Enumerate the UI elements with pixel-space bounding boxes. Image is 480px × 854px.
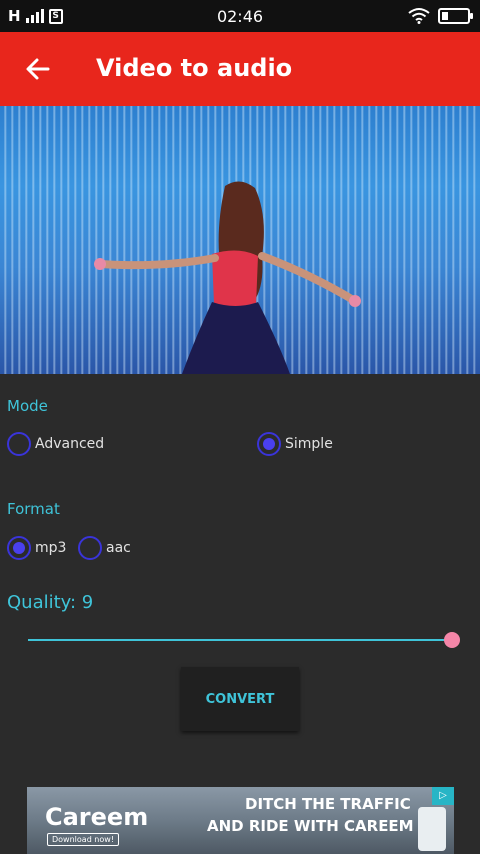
dancer-image <box>94 181 361 374</box>
screen: H S 02:46 Video to audio Mode Advanced S… <box>0 0 480 854</box>
mode-option-advanced[interactable]: Advanced <box>7 432 104 456</box>
radio-mp3[interactable] <box>7 536 31 560</box>
mode-simple-label: Simple <box>285 436 333 452</box>
slider-thumb[interactable] <box>444 632 460 648</box>
ad-headline-2: AND RIDE WITH CAREEM <box>207 817 414 835</box>
format-option-mp3[interactable]: mp3 <box>7 536 66 560</box>
ad-brand-logo: Careem <box>45 803 149 831</box>
format-mp3-label: mp3 <box>35 540 67 556</box>
quality-slider[interactable] <box>28 630 460 650</box>
radio-aac[interactable] <box>78 536 102 560</box>
quality-label: Quality: 9 <box>7 592 94 613</box>
back-arrow-icon[interactable] <box>20 51 56 87</box>
app-bar: Video to audio <box>0 32 480 106</box>
ad-banner[interactable]: Careem Download now! DITCH THE TRAFFIC A… <box>27 787 454 854</box>
video-preview[interactable] <box>0 106 480 374</box>
page-title: Video to audio <box>96 54 293 82</box>
format-option-aac[interactable]: aac <box>78 536 131 560</box>
radio-simple[interactable] <box>257 432 281 456</box>
mode-label: Mode <box>7 397 48 415</box>
ad-choices-icon[interactable]: ▷ <box>432 787 454 805</box>
ad-download-button[interactable]: Download now! <box>47 833 120 846</box>
mode-advanced-label: Advanced <box>35 436 105 452</box>
format-aac-label: aac <box>106 540 131 556</box>
phone-image <box>418 807 446 851</box>
ad-headline-1: DITCH THE TRAFFIC <box>245 795 411 813</box>
mode-option-simple[interactable]: Simple <box>257 432 333 456</box>
wifi-icon <box>408 8 430 24</box>
status-right <box>408 7 473 24</box>
radio-advanced[interactable] <box>7 432 31 456</box>
battery-icon <box>438 7 473 24</box>
slider-track <box>28 639 450 641</box>
format-label: Format <box>7 500 60 518</box>
convert-button[interactable]: CONVERT <box>181 667 299 731</box>
status-bar: H S 02:46 <box>0 0 480 32</box>
